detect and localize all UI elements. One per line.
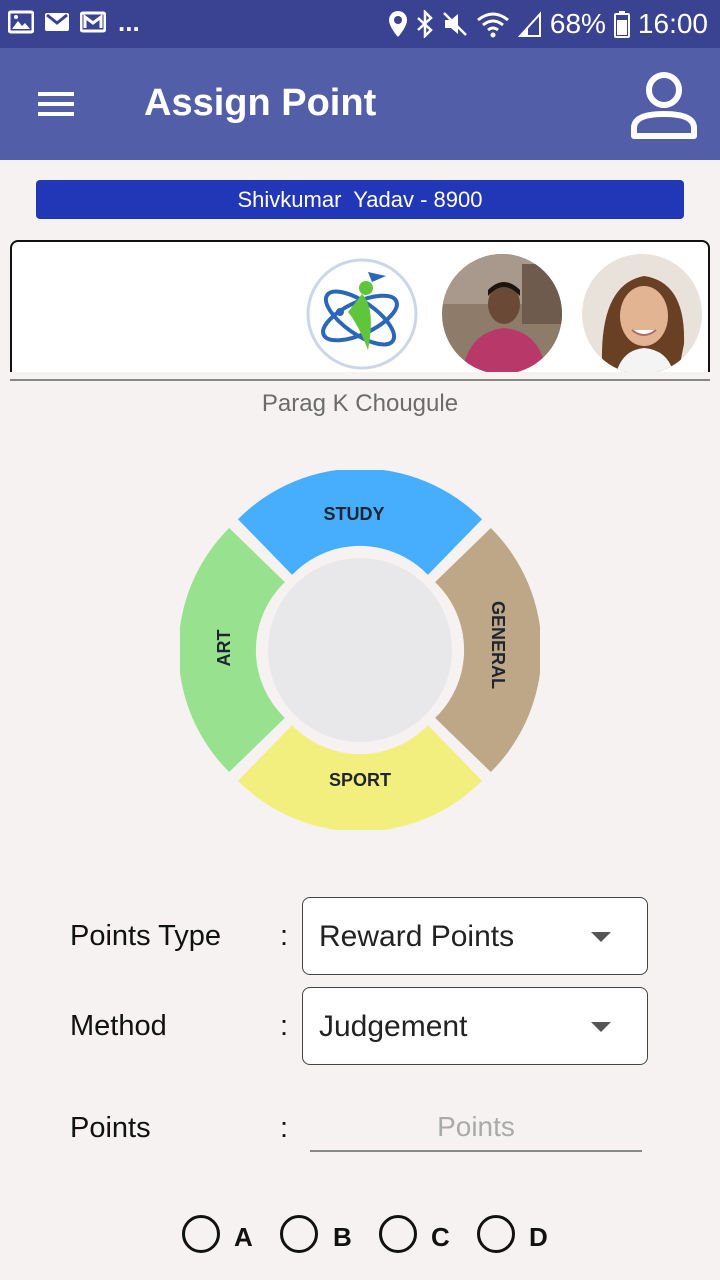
wheel-center — [268, 558, 452, 742]
gmail-alt-icon — [80, 11, 106, 33]
chevron-down-icon — [591, 932, 611, 942]
points-input[interactable] — [310, 1104, 642, 1152]
gmail-icon — [45, 13, 69, 31]
radio-option-b[interactable] — [280, 1215, 318, 1253]
location-icon — [388, 11, 407, 37]
points-type-value: Reward Points — [319, 920, 515, 953]
points-type-dropdown[interactable]: Reward Points — [302, 897, 648, 975]
student-name: Shivkumar Yadav - 8900 — [237, 186, 483, 212]
student-banner[interactable]: Shivkumar Yadav - 8900 — [36, 180, 684, 219]
radio-label-b: B — [333, 1222, 352, 1252]
radio-label-c: C — [431, 1222, 450, 1252]
points-type-colon: : — [280, 920, 289, 952]
app-bar: Assign Point — [0, 48, 720, 160]
avatar-photo-man[interactable] — [442, 254, 562, 372]
notification-overflow: ... — [118, 7, 140, 37]
method-dropdown[interactable]: Judgement — [302, 987, 648, 1065]
points-label: Points — [70, 1112, 151, 1144]
radio-option-c[interactable] — [379, 1215, 417, 1253]
radio-option-a[interactable] — [182, 1215, 220, 1253]
category-wheel: STUDY GENERAL SPORT ART — [180, 470, 540, 830]
person-icon[interactable] — [624, 68, 704, 144]
points-type-label: Points Type — [70, 920, 222, 952]
method-label: Method — [70, 1010, 167, 1042]
status-bar: ... 68% 16:00 — [0, 0, 720, 48]
radio-label-d: D — [529, 1222, 548, 1252]
divider — [10, 379, 710, 381]
school-logo[interactable] — [302, 254, 422, 372]
status-time: 16:00 — [637, 8, 708, 39]
image-icon — [8, 10, 34, 34]
method-colon: : — [280, 1010, 289, 1042]
page-title: Assign Point — [144, 82, 377, 124]
signal-icon — [517, 11, 541, 37]
points-colon: : — [280, 1112, 289, 1144]
battery-percent: 68% — [549, 8, 606, 39]
wheel-label-study: STUDY — [323, 504, 384, 524]
radio-label-a: A — [234, 1222, 253, 1252]
avatar-strip[interactable] — [10, 240, 710, 372]
radio-option-d[interactable] — [477, 1215, 515, 1253]
bluetooth-icon — [417, 10, 433, 38]
mute-icon — [442, 12, 467, 36]
teacher-name: Parag K Chougule — [261, 390, 459, 417]
battery-icon — [613, 11, 630, 38]
wheel-label-sport: SPORT — [329, 770, 391, 790]
avatar-photo-woman[interactable] — [582, 254, 702, 372]
wheel-label-general: GENERAL — [488, 601, 508, 689]
wheel-label-art: ART — [214, 630, 234, 667]
hamburger-menu-icon[interactable] — [28, 78, 84, 130]
wifi-icon — [476, 12, 509, 38]
method-value: Judgement — [319, 1010, 468, 1043]
chevron-down-icon — [591, 1022, 611, 1032]
